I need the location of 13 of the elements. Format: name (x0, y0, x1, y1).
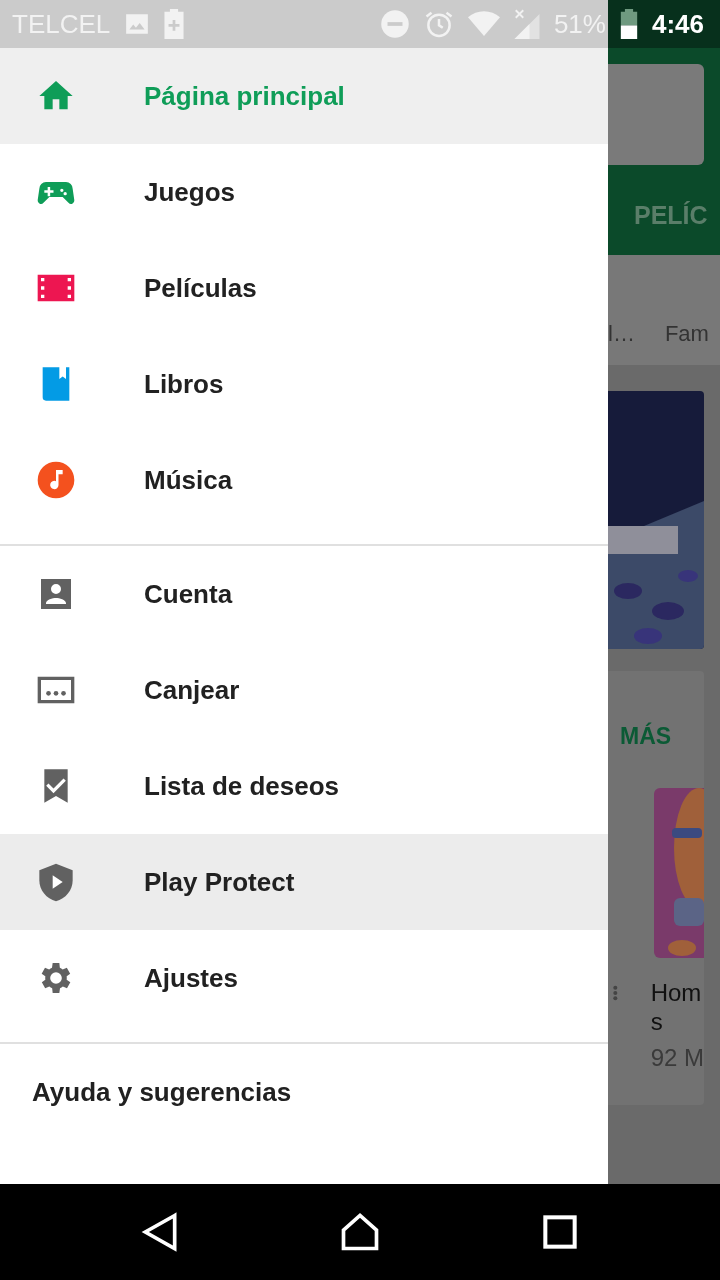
app-title: Hom (650, 978, 703, 1007)
battery-charging-icon (164, 9, 185, 39)
wifi-icon (467, 10, 500, 38)
battery-icon (619, 9, 638, 39)
signal-icon (513, 9, 540, 39)
clock-time: 4:46 (651, 8, 704, 40)
drawer-item[interactable]: Play Protect (0, 834, 608, 930)
image-icon (124, 11, 151, 37)
alarm-icon (423, 9, 454, 39)
do-not-disturb-icon (379, 9, 410, 39)
app-title: s (650, 1007, 664, 1036)
app-size: 92 M (650, 1044, 704, 1072)
search-field[interactable] (608, 64, 704, 165)
